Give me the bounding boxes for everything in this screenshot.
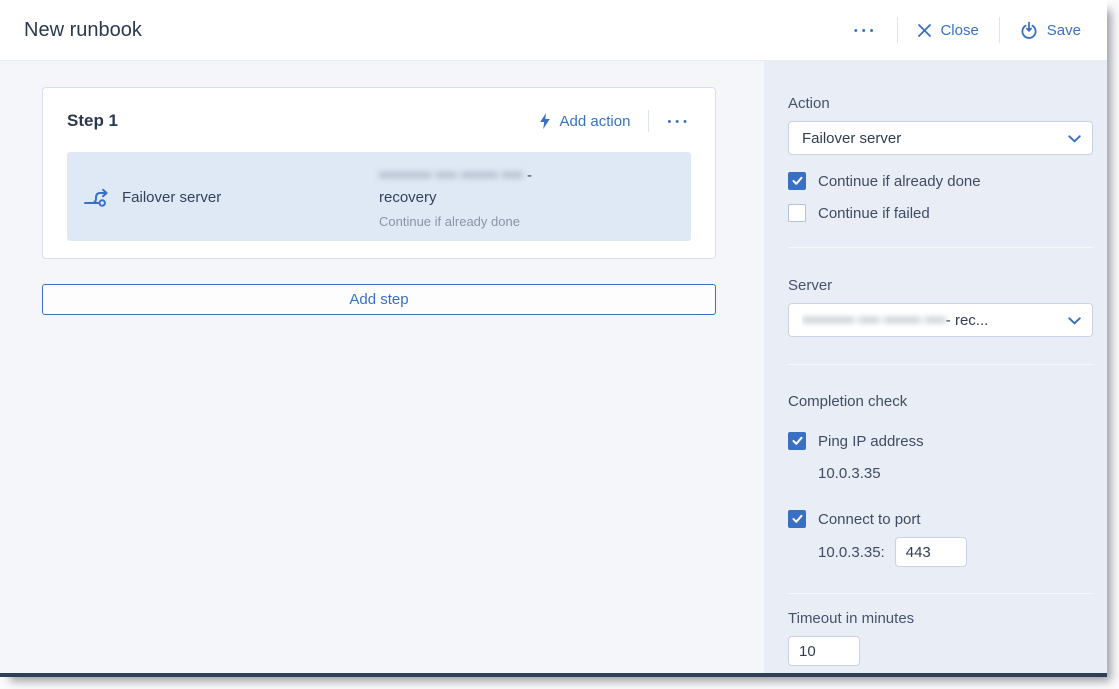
save-label: Save: [1047, 22, 1081, 39]
add-step-button[interactable]: Add step: [42, 284, 716, 315]
timeout-input[interactable]: [788, 636, 860, 666]
server-label: Server: [788, 277, 1093, 294]
header-more-button[interactable]: •••: [854, 24, 878, 37]
blurred-server-name: •••••••••• •••• ••••••• ••••: [379, 167, 523, 184]
step-card: Step 1 Add action •••: [42, 87, 716, 259]
checkbox-label: Continue if failed: [818, 205, 930, 222]
ping-ip-value: 10.0.3.35: [818, 465, 1093, 482]
body: Step 1 Add action •••: [0, 61, 1107, 673]
completion-check-heading: Completion check: [788, 393, 1093, 410]
settings-panel: Action Failover server Continue if alrea…: [764, 61, 1107, 673]
add-action-label: Add action: [560, 113, 631, 130]
server-select[interactable]: •••••••••• •••• ••••••• •••• - rec...: [788, 303, 1093, 337]
header: New runbook ••• Close: [0, 0, 1107, 61]
action-section: Action Failover server Continue if alrea…: [788, 61, 1093, 248]
checkbox-label: Connect to port: [818, 511, 921, 528]
timeout-section: Timeout in minutes: [788, 594, 1093, 666]
port-input[interactable]: [895, 537, 967, 567]
lightning-bolt-icon: [539, 113, 551, 129]
checkbox-label: Ping IP address: [818, 433, 924, 450]
page-title: New runbook: [24, 19, 142, 42]
checkbox-label: Continue if already done: [818, 173, 981, 190]
header-actions: ••• Close: [854, 17, 1081, 43]
action-name: Failover server: [122, 189, 221, 206]
step-card-header: Step 1 Add action •••: [67, 110, 691, 132]
target-suffix: -: [523, 167, 532, 184]
save-button[interactable]: Save: [1020, 21, 1081, 39]
step-card-actions: Add action •••: [539, 110, 691, 132]
checkbox-checked-icon: [788, 510, 806, 528]
server-section: Server •••••••••• •••• ••••••• •••• - re…: [788, 248, 1093, 365]
action-select[interactable]: Failover server: [788, 121, 1093, 155]
port-line: 10.0.3.35:: [818, 537, 1093, 567]
action-row-left: Failover server: [83, 164, 379, 231]
close-button[interactable]: Close: [918, 22, 978, 39]
timeout-label: Timeout in minutes: [788, 610, 1093, 627]
checkbox-connect-to-port[interactable]: Connect to port: [788, 510, 1093, 528]
action-target-line2: recovery: [379, 187, 675, 209]
screenshot: New runbook ••• Close: [0, 0, 1119, 689]
action-label: Action: [788, 95, 1093, 112]
checkbox-unchecked-icon: [788, 204, 806, 222]
divider: [999, 17, 1000, 43]
new-runbook-window: New runbook ••• Close: [0, 0, 1107, 677]
action-note: Continue if already done: [379, 213, 675, 231]
checkbox-checked-icon: [788, 432, 806, 450]
step-title: Step 1: [67, 111, 118, 131]
ellipsis-icon: •••: [667, 115, 691, 128]
server-suffix: - rec...: [946, 312, 989, 329]
checkbox-continue-if-already-done[interactable]: Continue if already done: [788, 172, 1093, 190]
main-area: Step 1 Add action •••: [0, 61, 764, 673]
close-label: Close: [940, 22, 978, 39]
blurred-server-name: •••••••••• •••• ••••••• ••••: [802, 312, 946, 329]
divider: [648, 110, 649, 132]
checkbox-ping-ip-address[interactable]: Ping IP address: [788, 432, 1093, 450]
step-more-button[interactable]: •••: [667, 115, 691, 128]
close-icon: [918, 24, 931, 37]
ellipsis-icon: •••: [854, 24, 878, 37]
action-select-value: Failover server: [802, 130, 901, 147]
action-target-line1: •••••••••• •••• ••••••• •••• -: [379, 165, 675, 187]
server-select-value: •••••••••• •••• ••••••• •••• - rec...: [802, 312, 988, 329]
checkbox-continue-if-failed[interactable]: Continue if failed: [788, 204, 1093, 222]
checkbox-checked-icon: [788, 172, 806, 190]
port-ip-label: 10.0.3.35:: [818, 544, 885, 561]
failover-icon: [83, 187, 109, 209]
divider: [897, 17, 898, 43]
action-row-right: •••••••••• •••• ••••••• •••• - recovery …: [379, 164, 675, 231]
chevron-down-icon: [1068, 317, 1081, 325]
chevron-down-icon: [1068, 135, 1081, 143]
power-save-icon: [1020, 21, 1038, 39]
add-action-button[interactable]: Add action: [539, 113, 631, 130]
completion-check-section: Completion check Ping IP address 10.0.3.…: [788, 365, 1093, 594]
action-row-failover-server[interactable]: Failover server •••••••••• •••• ••••••• …: [67, 152, 691, 241]
